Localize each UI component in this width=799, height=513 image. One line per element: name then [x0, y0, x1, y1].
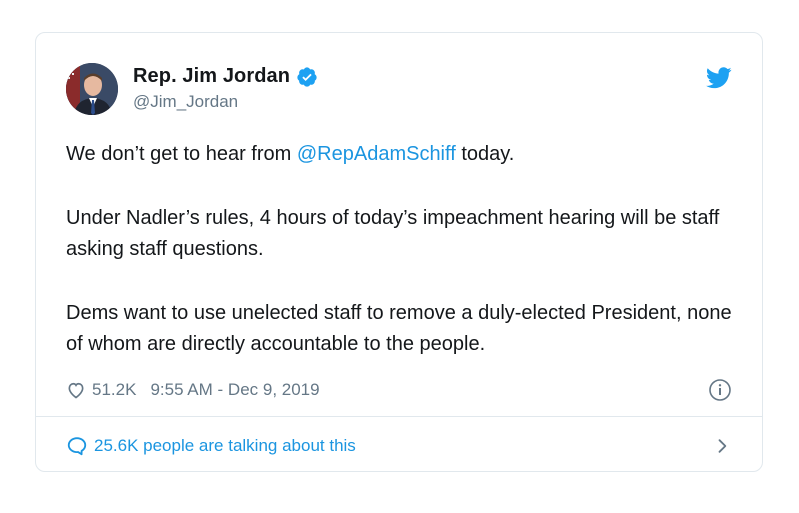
divider — [36, 416, 762, 417]
tweet-meta: 51.2K 9:55 AM - Dec 9, 2019 — [66, 377, 732, 403]
mention-link[interactable]: @RepAdamSchiff — [297, 143, 456, 165]
heart-icon[interactable] — [66, 380, 86, 400]
info-icon[interactable] — [708, 378, 732, 402]
tweet-card: Rep. Jim Jordan @Jim_Jordan We don’t get… — [35, 32, 763, 472]
display-name[interactable]: Rep. Jim Jordan — [133, 65, 290, 88]
handle[interactable]: @Jim_Jordan — [133, 92, 318, 112]
like-count[interactable]: 51.2K — [92, 380, 136, 400]
tweet-header: Rep. Jim Jordan @Jim_Jordan — [66, 63, 732, 121]
timestamp[interactable]: 9:55 AM - Dec 9, 2019 — [150, 380, 319, 400]
author-info[interactable]: Rep. Jim Jordan @Jim_Jordan — [133, 65, 318, 112]
tweet-paragraph: Dems want to use unelected staff to remo… — [66, 302, 732, 355]
avatar[interactable] — [66, 63, 118, 115]
twitter-bird-icon[interactable] — [706, 67, 732, 89]
speech-bubble-icon — [66, 435, 88, 457]
tweet-text: We don’t get to hear from @RepAdamSchiff… — [66, 139, 732, 393]
verified-badge-icon — [296, 66, 318, 88]
chevron-right-icon[interactable] — [712, 436, 732, 456]
talking-count[interactable]: 25.6K people are talking about this — [94, 436, 356, 456]
tweet-paragraph: Under Nadler’s rules, 4 hours of today’s… — [66, 207, 720, 260]
conversation-link[interactable]: 25.6K people are talking about this — [66, 431, 732, 461]
text-segment: today. — [455, 143, 515, 165]
tweet-paragraph: We don’t get to hear from @RepAdamSchiff… — [66, 139, 732, 170]
text-segment: We don’t get to hear from — [66, 143, 297, 165]
